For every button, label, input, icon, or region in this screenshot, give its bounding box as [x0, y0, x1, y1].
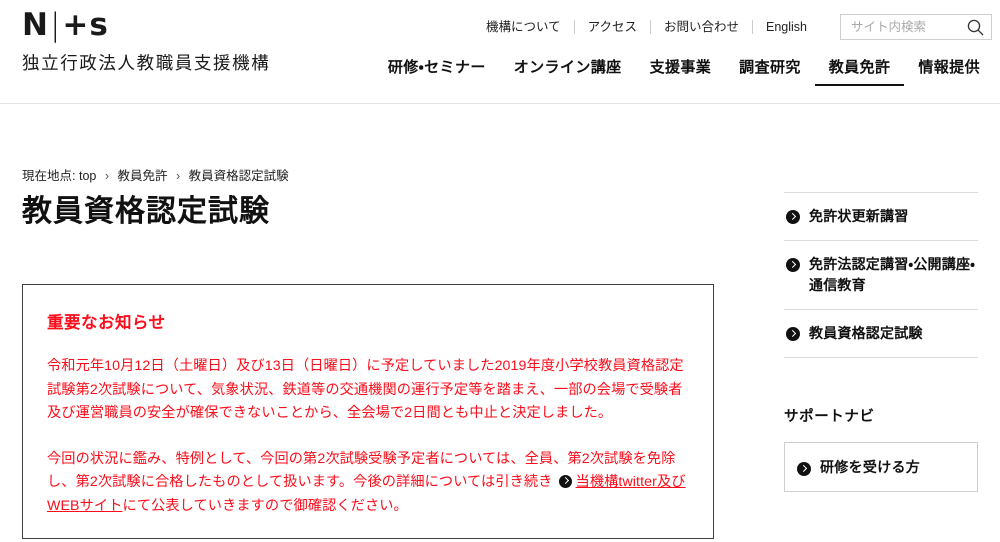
nav-item-teacher-license[interactable]: 教員免許 [814, 56, 905, 86]
nav-item-training[interactable]: 研修・セミナー [374, 56, 500, 86]
page-title: 教員資格認定試験 [22, 195, 270, 228]
sidebar-item-label: 免許法認定講習・公開講座・通信教育 [809, 256, 976, 293]
notice-paragraph-2: 今回の状況に鑑み、特例として、今回の第2次試験受験予定者については、全員、第2次… [47, 448, 687, 519]
search-input[interactable] [841, 15, 959, 39]
breadcrumb-prefix: 現在地点: [22, 169, 76, 183]
main-navigation: 研修・セミナー オンライン講座 支援事業 調査研究 教員免許 情報提供 [374, 56, 994, 86]
nav-item-online-courses[interactable]: オンライン講座 [500, 56, 636, 86]
sidebar-item-qualification-exam[interactable]: 教員資格認定試験 [784, 310, 978, 358]
breadcrumb-item-teacher-license[interactable]: 教員免許 [118, 169, 168, 183]
notice-title: 重要なお知らせ [47, 314, 166, 332]
circle-arrow-icon [786, 327, 800, 341]
important-notice-box: 重要なお知らせ 令和元年10月12日（土曜日）及び13日（日曜日）に予定していま… [22, 284, 714, 539]
nits-logo[interactable]: N|+s [22, 8, 312, 44]
util-link-about[interactable]: 機構について [473, 18, 574, 36]
sidebar-item-label: 免許状更新講習 [809, 208, 909, 224]
site-brand[interactable]: N|+s 独立行政法人教職員支援機構 [22, 8, 312, 75]
util-link-access[interactable]: アクセス [575, 18, 650, 36]
site-header: N|+s 独立行政法人教職員支援機構 機構について アクセス お問い合わせ En… [0, 0, 1000, 104]
logo-bar: | [49, 7, 62, 43]
nav-item-research[interactable]: 調査研究 [725, 56, 815, 86]
logo-letter-n: N [22, 7, 49, 43]
site-search[interactable] [840, 14, 992, 40]
logo-letters-ts: +s [62, 7, 109, 43]
breadcrumb-item-current: 教員資格認定試験 [188, 169, 289, 183]
notice-text-after-link: にて公表していきますので御確認ください。 [122, 497, 408, 514]
support-item-label: 研修を受ける方 [820, 459, 921, 475]
search-icon[interactable] [966, 18, 985, 37]
utility-navigation: 機構について アクセス お問い合わせ English [473, 14, 1000, 40]
breadcrumb: 現在地点: top › 教員免許 › 教員資格認定試験 [22, 165, 289, 184]
breadcrumb-item-top[interactable]: top [79, 169, 96, 183]
page-body: 現在地点: top › 教員免許 › 教員資格認定試験 教員資格認定試験 重要な… [0, 104, 1000, 542]
support-item-take-training[interactable]: 研修を受ける方 [785, 443, 977, 491]
notice-paragraph-1: 令和元年10月12日（土曜日）及び13日（日曜日）に予定していました2019年度… [47, 358, 684, 421]
util-link-english[interactable]: English [753, 18, 820, 36]
circle-arrow-icon [558, 475, 572, 488]
support-nav-box: 研修を受ける方 [784, 442, 978, 492]
nav-item-information[interactable]: 情報提供 [904, 56, 994, 86]
sidebar-item-license-renewal[interactable]: 免許状更新講習 [784, 193, 978, 241]
right-sidebar: 免許状更新講習 免許法認定講習・公開講座・通信教育 教員資格認定試験 サポートナ… [784, 192, 978, 492]
circle-arrow-icon [786, 258, 800, 272]
sidebar-item-certified-courses[interactable]: 免許法認定講習・公開講座・通信教育 [784, 241, 978, 310]
sidebar-link-list: 免許状更新講習 免許法認定講習・公開講座・通信教育 教員資格認定試験 [784, 192, 978, 358]
support-nav-title: サポートナビ [784, 409, 875, 425]
circle-arrow-icon [786, 210, 800, 224]
circle-arrow-icon [797, 462, 811, 476]
util-link-contact[interactable]: お問い合わせ [651, 18, 752, 36]
breadcrumb-separator: › [176, 169, 181, 183]
search-icon-glyph [967, 19, 984, 36]
organization-name: 独立行政法人教職員支援機構 [22, 53, 271, 73]
breadcrumb-separator: › [104, 169, 110, 183]
sidebar-item-label: 教員資格認定試験 [809, 325, 923, 341]
nav-item-support-projects[interactable]: 支援事業 [636, 56, 726, 86]
